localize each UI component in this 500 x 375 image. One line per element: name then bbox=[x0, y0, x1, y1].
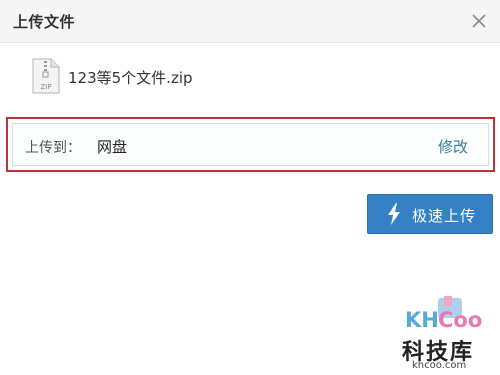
fast-upload-label: 极速上传 bbox=[412, 207, 477, 225]
close-icon bbox=[472, 14, 486, 28]
destination-box: 上传到： 网盘 修改 bbox=[6, 117, 495, 172]
khcoo-logo: KH Coo bbox=[405, 296, 482, 332]
dialog-titlebar: 上传文件 bbox=[0, 0, 500, 43]
upload-dialog: 上传文件 ZIP 123等5个文件.zip 上传到： 网盘 修改 极速上传 KH… bbox=[0, 0, 500, 375]
svg-text:KH: KH bbox=[405, 308, 439, 332]
destination-panel: 上传到： 网盘 修改 bbox=[12, 123, 489, 166]
modify-destination-link[interactable]: 修改 bbox=[438, 136, 468, 157]
dialog-title: 上传文件 bbox=[13, 13, 76, 31]
zip-icon-label: ZIP bbox=[40, 83, 51, 91]
file-name: 123等5个文件.zip bbox=[68, 69, 193, 87]
svg-text:Coo: Coo bbox=[438, 308, 482, 332]
destination-value: 网盘 bbox=[97, 138, 128, 156]
close-button[interactable] bbox=[468, 10, 490, 32]
fast-upload-button[interactable]: 极速上传 bbox=[367, 194, 493, 234]
lightning-icon bbox=[388, 203, 400, 225]
watermark-domain: khcoo.com bbox=[412, 360, 467, 371]
zip-file-icon: ZIP bbox=[32, 58, 60, 94]
watermark: KH Coo 科技库 khcoo.com bbox=[398, 296, 494, 372]
destination-label: 上传到： bbox=[25, 140, 81, 156]
